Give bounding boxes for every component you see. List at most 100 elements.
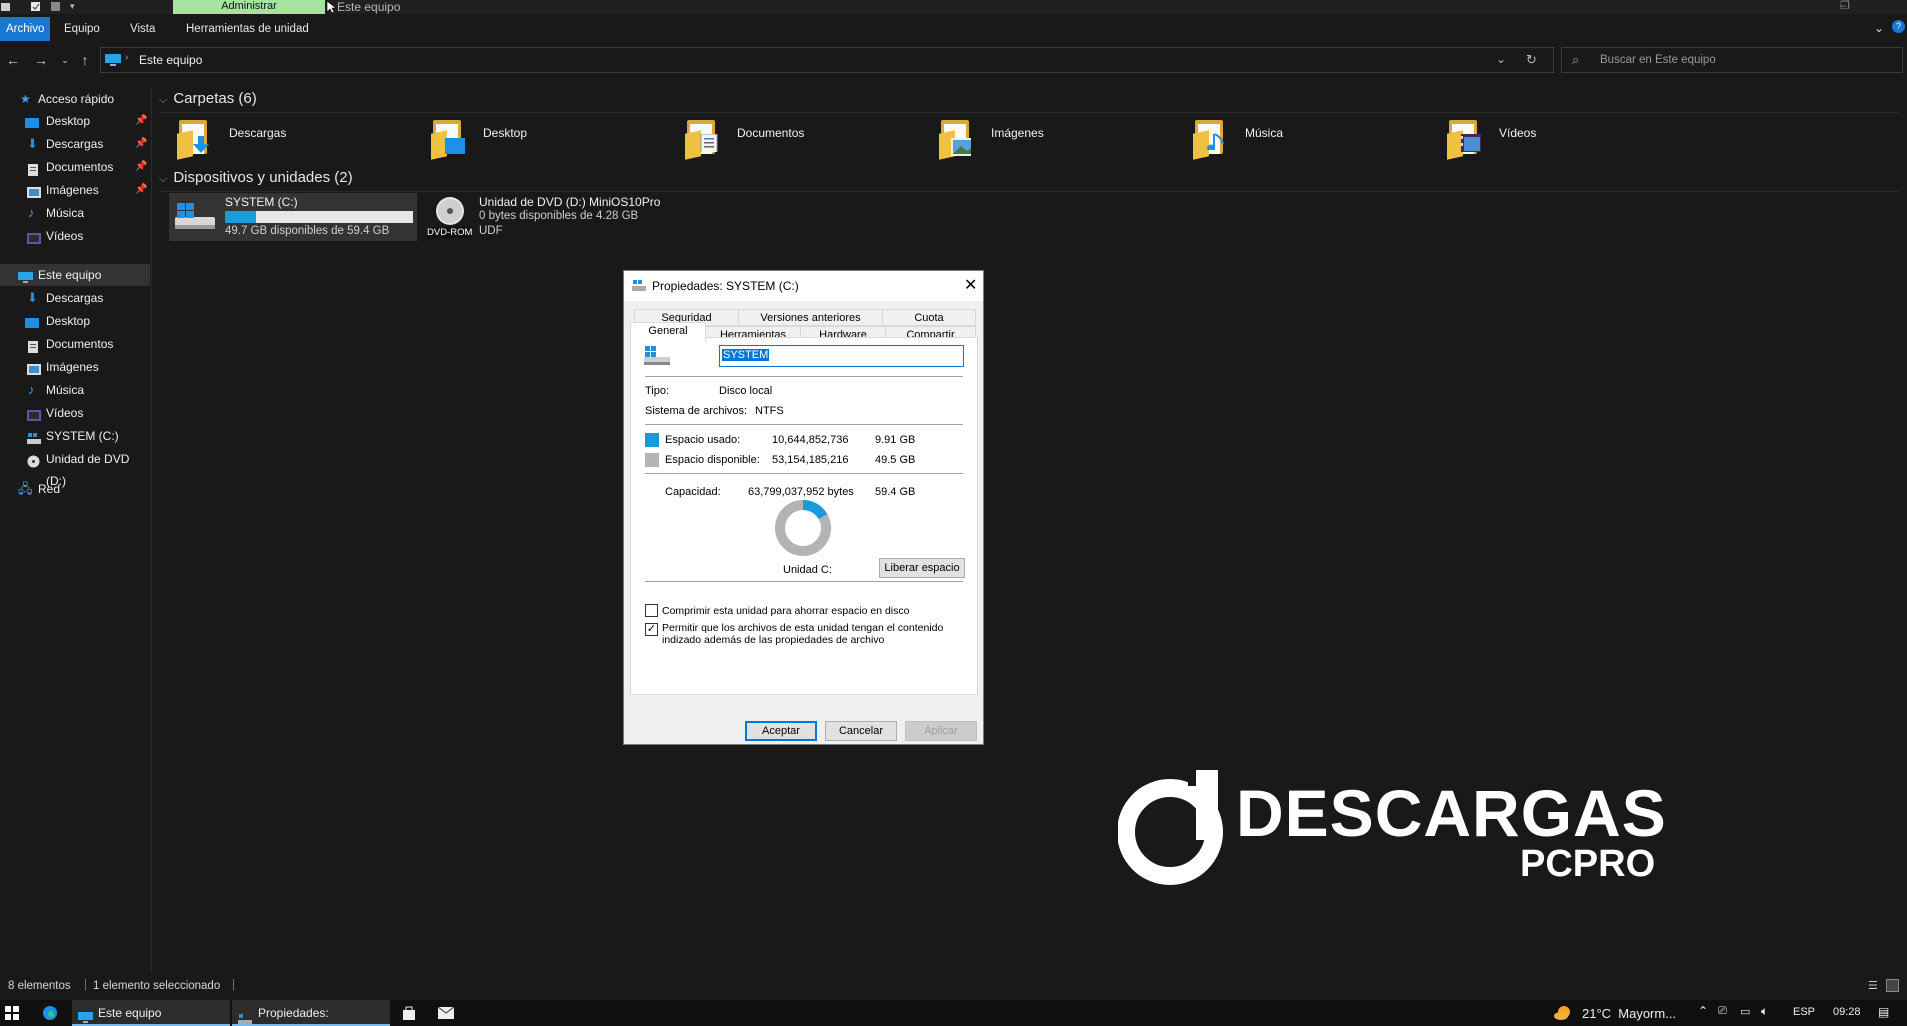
music-icon: ♪ bbox=[28, 382, 35, 397]
taskbar-app-this-pc[interactable]: Este equipo bbox=[72, 1000, 230, 1026]
drive-filesystem: UDF bbox=[479, 225, 503, 237]
properties-dialog: Propiedades: SYSTEM (C:) ✕ Seguridad Ver… bbox=[623, 270, 984, 745]
item-count: 8 elementos bbox=[8, 980, 71, 992]
volume-name-input[interactable]: SYSTEM bbox=[719, 345, 964, 367]
drive-name: Unidad de DVD (D:) MiniOS10Pro bbox=[479, 195, 661, 209]
up-icon[interactable]: ↑ bbox=[76, 51, 94, 69]
volume-icon[interactable]: 🔈︎ bbox=[1761, 1004, 1768, 1019]
clock[interactable]: 09:28 bbox=[1833, 1006, 1861, 1018]
tab-administrar[interactable]: Administrar bbox=[173, 0, 325, 14]
search-input[interactable]: ⌕ Buscar en Este equipo bbox=[1561, 47, 1903, 73]
tab-equipo[interactable]: Equipo bbox=[58, 17, 106, 41]
explorer-icon[interactable] bbox=[0, 1, 11, 12]
recent-locations-icon[interactable]: ⌄ bbox=[56, 51, 74, 69]
start-icon[interactable] bbox=[5, 1006, 19, 1023]
compress-checkbox[interactable] bbox=[645, 604, 658, 617]
properties-quick-icon[interactable] bbox=[30, 1, 41, 12]
tab-versiones-anteriores[interactable]: Versiones anteriores bbox=[738, 309, 883, 326]
notifications-icon[interactable]: ▤ bbox=[1878, 1005, 1889, 1019]
sidebar-item-videos[interactable]: Vídeos bbox=[0, 225, 150, 247]
pin-icon[interactable]: 📌 bbox=[135, 110, 147, 132]
sidebar-item-quick-access[interactable]: ★ Acceso rápido bbox=[0, 88, 150, 110]
large-icons-view-icon[interactable] bbox=[1886, 979, 1899, 992]
meet-now-icon[interactable]: ⎚ bbox=[1718, 1005, 1727, 1018]
tab-herramientas-de-unidad[interactable]: Herramientas de unidad bbox=[180, 17, 315, 41]
drive-usage-bar bbox=[225, 211, 413, 223]
sidebar-item-documentos[interactable]: Documentos 📌 bbox=[0, 156, 150, 178]
sidebar-item-videos-pc[interactable]: Vídeos bbox=[0, 402, 150, 424]
folder-desktop[interactable]: Desktop bbox=[431, 118, 671, 162]
sidebar-item-this-pc[interactable]: Este equipo bbox=[0, 264, 150, 286]
back-icon[interactable]: ← bbox=[4, 51, 22, 69]
sidebar-item-desktop[interactable]: Desktop 📌 bbox=[0, 110, 150, 132]
folders-group-header[interactable]: ⌵ Carpetas (6) bbox=[159, 90, 1899, 113]
sidebar-item-system-c[interactable]: SYSTEM (C:) bbox=[0, 425, 150, 447]
sidebar-item-imagenes[interactable]: Imágenes 📌 bbox=[0, 179, 150, 201]
collapse-chevron-icon[interactable]: ⌵ bbox=[159, 94, 167, 107]
store-icon[interactable] bbox=[402, 1006, 416, 1023]
taskbar-app-properties[interactable]: Propiedades: SYSTEM... bbox=[232, 1000, 390, 1026]
weather-text[interactable]: 21°C Mayorm... bbox=[1582, 1006, 1676, 1021]
sidebar-item-label: Red bbox=[38, 482, 61, 496]
general-tab-panel: SYSTEM Tipo: Disco local Sistema de arch… bbox=[630, 337, 978, 695]
drive-system-c[interactable]: SYSTEM (C:) 49.7 GB disponibles de 59.4 … bbox=[169, 193, 417, 241]
network-status-icon[interactable]: ▭ bbox=[1740, 1005, 1750, 1018]
index-checkbox[interactable]: ✓ bbox=[645, 623, 658, 636]
free-space-label: Espacio disponible: bbox=[665, 454, 760, 466]
address-bar[interactable]: › Este equipo ⌄ ↻ bbox=[100, 47, 1554, 73]
show-hidden-icons-icon[interactable]: ⌃ bbox=[1698, 1004, 1708, 1018]
index-label-line2: indizado además de las propiedades de ar… bbox=[662, 634, 885, 646]
sidebar-item-dvd-d[interactable]: Unidad de DVD (D:) bbox=[0, 448, 150, 488]
sidebar-item-descargas-pc[interactable]: ⬇ Descargas bbox=[0, 287, 150, 309]
folder-descargas[interactable]: Descargas bbox=[177, 118, 417, 162]
folder-videos[interactable]: Vídeos bbox=[1447, 118, 1687, 162]
music-icon: ♪ bbox=[28, 205, 35, 220]
group-title: Carpetas (6) bbox=[173, 90, 257, 107]
new-folder-quick-icon[interactable] bbox=[50, 1, 61, 12]
sidebar-item-desktop-pc[interactable]: Desktop bbox=[0, 310, 150, 332]
sidebar-item-documentos-pc[interactable]: Documentos bbox=[0, 333, 150, 355]
weather-icon[interactable] bbox=[1553, 1003, 1573, 1024]
desktop-icon bbox=[25, 115, 39, 128]
details-view-icon[interactable]: ☰ bbox=[1868, 979, 1878, 992]
customize-quick-access-icon[interactable]: ▾ bbox=[70, 1, 81, 12]
documents-icon bbox=[27, 161, 41, 176]
sidebar-item-imagenes-pc[interactable]: Imágenes bbox=[0, 356, 150, 378]
cancel-button[interactable]: Cancelar bbox=[825, 721, 897, 741]
tab-archivo[interactable]: Archivo bbox=[0, 17, 51, 41]
address-dropdown-icon[interactable]: ⌄ bbox=[1496, 52, 1506, 66]
sidebar-item-descargas[interactable]: ⬇ Descargas 📌 bbox=[0, 133, 150, 155]
mail-icon[interactable] bbox=[437, 1006, 455, 1022]
devices-group-header[interactable]: ⌵ Dispositivos y unidades (2) bbox=[159, 169, 1899, 192]
dialog-title-bar[interactable]: Propiedades: SYSTEM (C:) ✕ bbox=[624, 271, 983, 301]
apply-button[interactable]: Aplicar bbox=[905, 721, 977, 741]
pin-icon[interactable]: 📌 bbox=[135, 179, 147, 201]
pin-icon[interactable]: 📌 bbox=[135, 133, 147, 155]
this-pc-icon bbox=[78, 1007, 93, 1026]
forward-icon[interactable]: → bbox=[32, 51, 50, 69]
language-indicator[interactable]: ESP bbox=[1793, 1006, 1815, 1018]
cleanup-button[interactable]: Liberar espacio bbox=[879, 558, 965, 578]
folder-documentos[interactable]: Documentos bbox=[685, 118, 925, 162]
tab-general[interactable]: General bbox=[630, 322, 706, 341]
pin-icon[interactable]: 📌 bbox=[135, 156, 147, 178]
documents-icon bbox=[27, 338, 41, 353]
breadcrumb[interactable]: Este equipo bbox=[139, 53, 202, 67]
sidebar-item-network[interactable]: 🖧 Red bbox=[0, 478, 150, 500]
folder-imagenes[interactable]: Imágenes bbox=[939, 118, 1179, 162]
collapse-chevron-icon[interactable]: ⌵ bbox=[159, 173, 167, 186]
close-icon[interactable]: ✕ bbox=[964, 275, 977, 295]
expand-ribbon-icon[interactable]: ⌄ bbox=[1874, 21, 1884, 35]
edge-browser-icon[interactable] bbox=[42, 1005, 58, 1024]
refresh-icon[interactable]: ↻ bbox=[1526, 52, 1537, 68]
folder-icon bbox=[431, 118, 469, 160]
restore-window-icon[interactable]: ❐ bbox=[1837, 0, 1853, 14]
ok-button[interactable]: Aceptar bbox=[745, 721, 817, 741]
drive-dvd-d[interactable]: DVD-ROM Unidad de DVD (D:) MiniOS10Pro 0… bbox=[425, 193, 675, 241]
folder-musica[interactable]: Música bbox=[1193, 118, 1433, 162]
tab-cuota[interactable]: Cuota bbox=[882, 309, 976, 326]
sidebar-item-musica-pc[interactable]: ♪ Música bbox=[0, 379, 150, 401]
tab-vista[interactable]: Vista bbox=[124, 17, 161, 41]
help-icon[interactable]: ? bbox=[1892, 20, 1905, 33]
sidebar-item-musica[interactable]: ♪ Música bbox=[0, 202, 150, 224]
